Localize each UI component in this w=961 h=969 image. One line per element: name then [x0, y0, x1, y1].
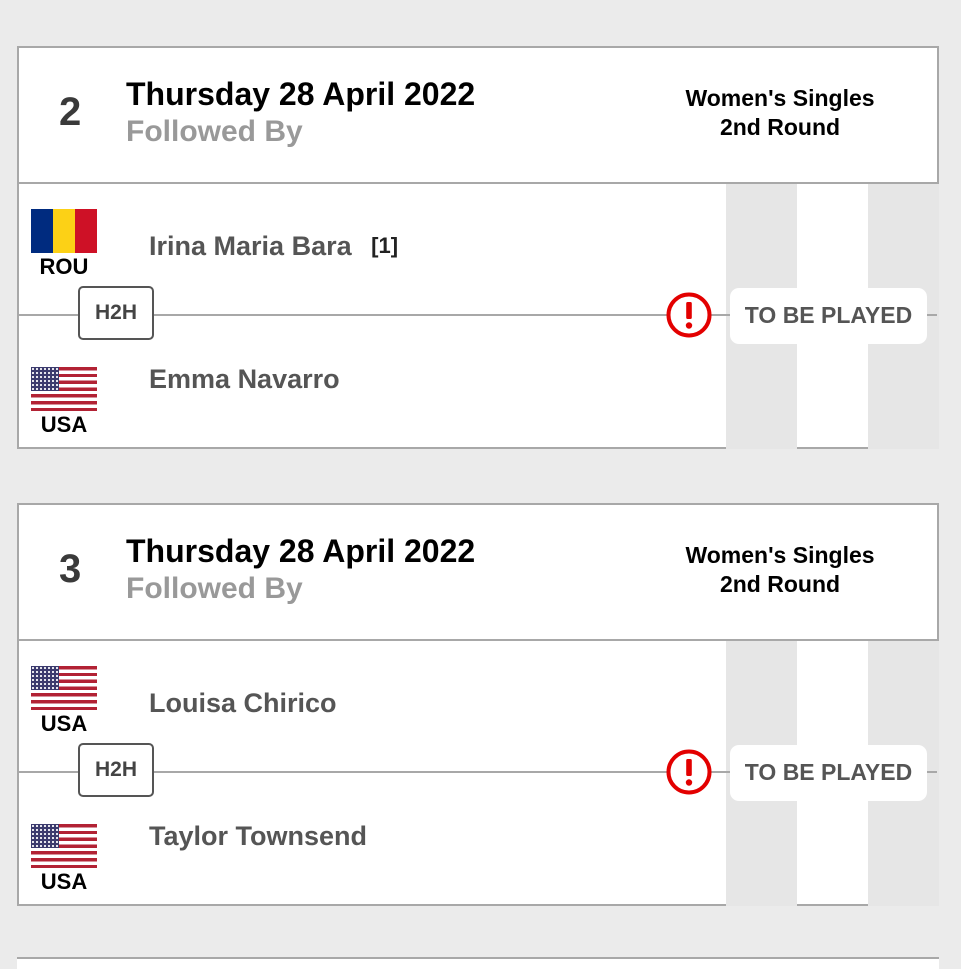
event-name: Women's Singles	[685, 542, 875, 568]
match-date: Thursday 28 April 2022	[126, 76, 476, 112]
player1-country: USA	[31, 666, 97, 737]
country-code: USA	[40, 711, 88, 736]
player1-name[interactable]: Louisa Chirico	[149, 688, 337, 719]
event-round: Women's Singles 2nd Round	[675, 84, 885, 142]
country-code: USA	[40, 869, 88, 894]
h2h-button[interactable]: H2H	[78, 743, 154, 797]
usa-flag-icon	[31, 666, 97, 710]
match-card[interactable]: 3 Thursday 28 April 2022 Followed By Wom…	[17, 503, 939, 906]
player2-country: USA	[31, 824, 97, 895]
match-card[interactable]: 2 Thursday 28 April 2022 Followed By Wom…	[17, 46, 939, 449]
player-last-name: Townsend	[235, 821, 368, 851]
country-code: USA	[40, 412, 88, 437]
player-last-name: Navarro	[237, 364, 340, 394]
player-first-name: Taylor	[149, 821, 229, 851]
usa-flag-icon	[31, 367, 97, 411]
match-order-number: 2	[59, 90, 82, 134]
alert-icon	[666, 749, 712, 795]
country-code: ROU	[39, 254, 89, 279]
round-name: 2nd Round	[719, 571, 841, 597]
player-seed: [1]	[371, 233, 399, 258]
event-round: Women's Singles 2nd Round	[675, 541, 885, 599]
next-match-card	[17, 957, 939, 969]
event-name: Women's Singles	[685, 85, 875, 111]
player1-country: ROU	[31, 209, 97, 280]
match-date: Thursday 28 April 2022	[126, 533, 476, 569]
match-time-note: Followed By	[126, 115, 303, 148]
player2-name[interactable]: Emma Navarro	[149, 364, 340, 395]
usa-flag-icon	[31, 824, 97, 868]
match-body: ROU Irina Maria Bara [1] H2H TO BE PLAYE…	[19, 184, 939, 449]
match-order-number: 3	[59, 547, 82, 591]
match-header: 2 Thursday 28 April 2022 Followed By Wom…	[19, 48, 937, 184]
h2h-button[interactable]: H2H	[78, 286, 154, 340]
player-first-name: Emma	[149, 364, 231, 394]
romania-flag-icon	[31, 209, 97, 253]
player1-name[interactable]: Irina Maria Bara [1]	[149, 231, 398, 262]
match-status: TO BE PLAYED	[730, 745, 927, 801]
player2-country: USA	[31, 367, 97, 438]
match-body: USA Louisa Chirico H2H TO BE PLAYED USA …	[19, 641, 939, 906]
player-last-name: Chirico	[243, 688, 337, 718]
alert-icon	[666, 292, 712, 338]
round-name: 2nd Round	[719, 114, 841, 140]
match-status: TO BE PLAYED	[730, 288, 927, 344]
player-last-name: Bara	[291, 231, 352, 261]
match-time-note: Followed By	[126, 572, 303, 605]
match-header: 3 Thursday 28 April 2022 Followed By Wom…	[19, 505, 937, 641]
player-first-name: Irina Maria	[149, 231, 285, 261]
player2-name[interactable]: Taylor Townsend	[149, 821, 367, 852]
player-first-name: Louisa	[149, 688, 237, 718]
